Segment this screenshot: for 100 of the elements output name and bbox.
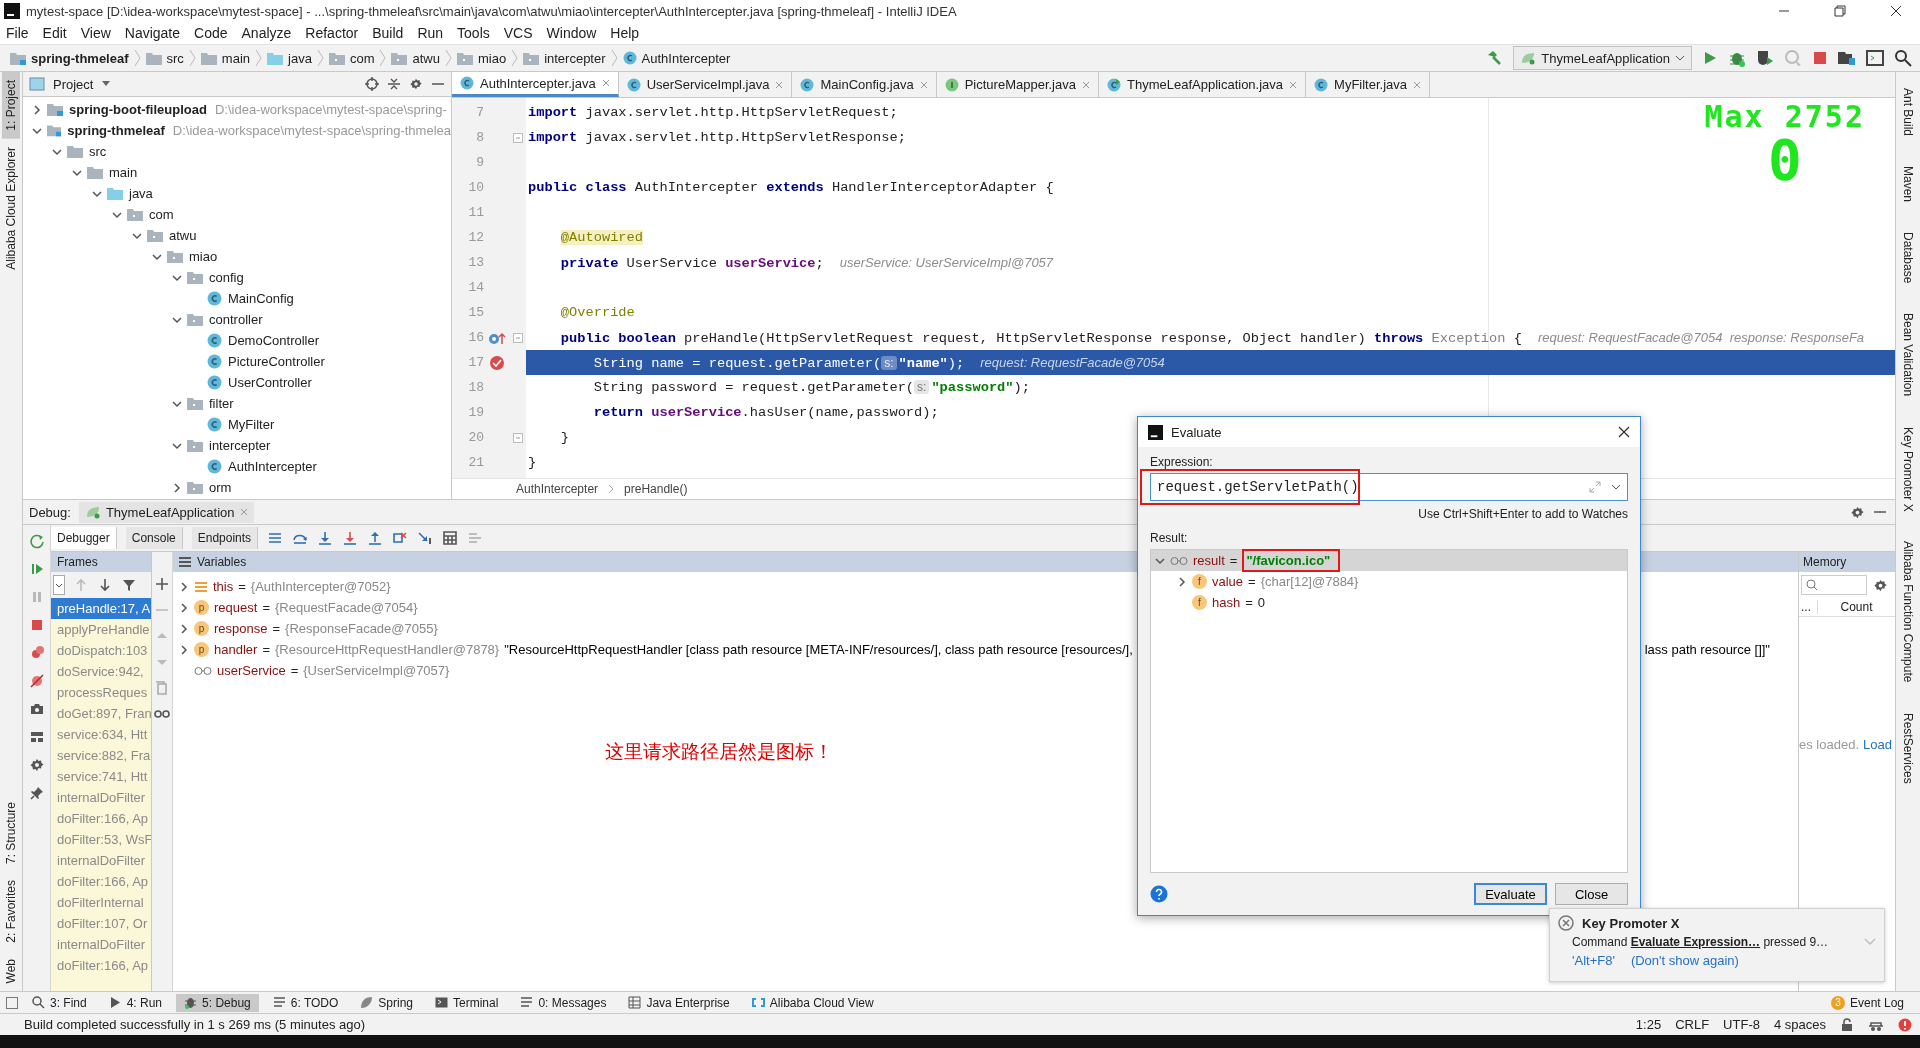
tool-window-tab[interactable]: 7: Structure bbox=[2, 793, 20, 872]
menu-item[interactable]: Help bbox=[610, 25, 640, 41]
search-icon[interactable] bbox=[1894, 49, 1912, 67]
dialog-button[interactable]: Evaluate bbox=[1474, 883, 1547, 905]
step-out-icon[interactable] bbox=[367, 530, 384, 546]
help-icon[interactable] bbox=[1150, 885, 1168, 903]
settings-icon[interactable] bbox=[1873, 577, 1888, 593]
tree-item[interactable]: filter bbox=[209, 396, 234, 411]
dialog-button[interactable]: Close bbox=[1555, 883, 1628, 905]
filter-icon[interactable] bbox=[121, 577, 137, 593]
menu-item[interactable]: Tools bbox=[457, 25, 490, 41]
calculator-icon[interactable] bbox=[442, 530, 459, 546]
chevron-right-icon[interactable] bbox=[179, 644, 189, 655]
force-step-into-icon[interactable] bbox=[342, 530, 359, 546]
editor-tab[interactable]: MyFilter.java bbox=[1306, 72, 1431, 97]
chevron-down-icon[interactable] bbox=[1155, 555, 1165, 566]
add-icon[interactable] bbox=[154, 576, 170, 592]
expression-field[interactable]: request.getServletPath() bbox=[1150, 473, 1628, 501]
close-icon[interactable] bbox=[1890, 5, 1902, 17]
tool-window-button[interactable]: 0: Messages bbox=[512, 993, 615, 1012]
status-item[interactable]: CRLF bbox=[1675, 1017, 1710, 1032]
tool-window-tab[interactable]: Web bbox=[2, 950, 20, 991]
status-item[interactable]: 4 spaces bbox=[1773, 1017, 1826, 1032]
window-icon[interactable] bbox=[1866, 50, 1884, 66]
tool-window-button[interactable]: Java Enterprise bbox=[620, 993, 738, 1012]
chevron-right-icon[interactable] bbox=[179, 602, 189, 613]
menu-item[interactable]: Run bbox=[417, 25, 444, 41]
camera-icon[interactable] bbox=[28, 701, 45, 717]
thread-dropdown-icon[interactable] bbox=[53, 575, 65, 595]
tree-item[interactable]: MainConfig bbox=[228, 291, 294, 306]
breadcrumb-item[interactable]: spring-thmeleaf bbox=[31, 50, 129, 66]
close-icon[interactable] bbox=[1618, 426, 1630, 438]
tool-window-tab[interactable]: Alibaba Function Compute bbox=[1899, 533, 1917, 691]
column-header[interactable]: ... bbox=[1799, 600, 1818, 614]
run-to-cursor-icon[interactable] bbox=[417, 530, 434, 546]
tree-item[interactable]: MyFilter bbox=[228, 417, 275, 432]
chevron-right-icon[interactable] bbox=[31, 103, 43, 116]
menu-item[interactable]: Navigate bbox=[124, 25, 181, 41]
editor-tab[interactable]: PictureMapper.java bbox=[936, 72, 1099, 97]
debugger-tab[interactable]: Console bbox=[125, 527, 183, 549]
tool-window-button[interactable]: Terminal bbox=[427, 993, 507, 1012]
dismiss-link[interactable]: (Don't show again) bbox=[1630, 953, 1739, 968]
tree-item[interactable]: src bbox=[89, 144, 107, 159]
run-configuration-dropdown[interactable]: ThymeLeafApplication bbox=[1513, 46, 1692, 70]
drop-frame-icon[interactable] bbox=[392, 530, 409, 546]
session-tab[interactable]: ThymeLeafApplication bbox=[78, 501, 254, 523]
tree-item[interactable]: AuthIntercepter bbox=[228, 459, 317, 474]
tree-item[interactable]: UserController bbox=[228, 375, 312, 390]
load-link[interactable]: Load bbox=[1863, 737, 1892, 752]
editor-tab[interactable]: ThymeLeafApplication.java bbox=[1098, 72, 1307, 97]
menu-item[interactable]: Build bbox=[372, 25, 404, 41]
pin-icon[interactable] bbox=[28, 785, 45, 801]
layout-icon[interactable] bbox=[28, 729, 45, 745]
event-log-button[interactable]: 3 Event Log bbox=[1822, 993, 1912, 1012]
arrow-down-icon[interactable] bbox=[97, 577, 113, 593]
step-into-icon[interactable] bbox=[317, 530, 334, 546]
settings-icon[interactable] bbox=[409, 77, 423, 91]
tool-window-tab[interactable]: 2: Favorites bbox=[2, 871, 20, 951]
tree-item[interactable]: DemoController bbox=[228, 333, 320, 348]
debugger-tab[interactable]: Endpoints bbox=[191, 527, 259, 549]
tree-item[interactable]: com bbox=[149, 207, 174, 222]
tool-window-tab[interactable]: Key Promoter X bbox=[1899, 418, 1917, 520]
breadcrumb-item[interactable]: AuthIntercepter bbox=[516, 482, 599, 496]
editor-tab[interactable]: UserServiceImpl.java bbox=[618, 72, 793, 97]
tool-window-tab[interactable]: 1: Project bbox=[2, 72, 20, 139]
tool-window-button[interactable]: 5: Debug bbox=[176, 993, 259, 1012]
tree-item[interactable]: intercepter bbox=[209, 438, 271, 453]
crosshair-icon[interactable] bbox=[365, 77, 379, 91]
column-header[interactable]: Count bbox=[1818, 600, 1895, 614]
tool-window-tab[interactable]: Database bbox=[1899, 224, 1917, 292]
tool-window-button[interactable]: 4: Run bbox=[100, 993, 171, 1012]
tool-window-tab[interactable]: RestServices bbox=[1899, 704, 1917, 792]
search-field[interactable] bbox=[1801, 575, 1867, 595]
debugger-tab[interactable]: Debugger bbox=[51, 527, 117, 549]
menu-item[interactable]: Analyze bbox=[241, 25, 292, 41]
menu-item[interactable]: Refactor bbox=[305, 25, 359, 41]
tool-window-button[interactable]: 6: TODO bbox=[264, 993, 347, 1012]
tool-window-button[interactable]: Spring bbox=[352, 993, 421, 1012]
tool-window-button[interactable]: 3: Find bbox=[24, 993, 95, 1012]
mute-breakpoints-icon[interactable] bbox=[28, 673, 45, 689]
breadcrumb-item[interactable]: src bbox=[166, 50, 184, 66]
panel-toggle-icon[interactable] bbox=[6, 996, 18, 1009]
coverage-icon[interactable] bbox=[1756, 49, 1774, 67]
shortcut-link[interactable]: 'Alt+F8' bbox=[1572, 953, 1615, 968]
breadcrumb-item[interactable]: java bbox=[288, 50, 312, 66]
project-structure-icon[interactable] bbox=[1838, 50, 1856, 66]
editor-tab[interactable]: AuthIntercepter.java bbox=[452, 72, 619, 97]
tool-window-tab[interactable]: Maven bbox=[1899, 158, 1917, 211]
collapse-icon[interactable] bbox=[387, 77, 401, 91]
breadcrumb-item[interactable]: miao bbox=[477, 50, 507, 66]
tool-window-tab[interactable]: Ant Build bbox=[1899, 80, 1917, 145]
menu-item[interactable]: Code bbox=[194, 25, 228, 41]
lock-icon[interactable] bbox=[1840, 1017, 1854, 1032]
run-icon[interactable] bbox=[1702, 50, 1718, 66]
menu-item[interactable]: File bbox=[6, 25, 29, 41]
tree-item[interactable]: orm bbox=[209, 480, 232, 495]
chevron-right-icon[interactable] bbox=[171, 481, 183, 494]
breadcrumb-item[interactable]: AuthIntercepter bbox=[641, 50, 731, 66]
status-item[interactable]: 1:25 bbox=[1635, 1017, 1662, 1032]
chevron-down-icon[interactable] bbox=[1611, 483, 1621, 491]
